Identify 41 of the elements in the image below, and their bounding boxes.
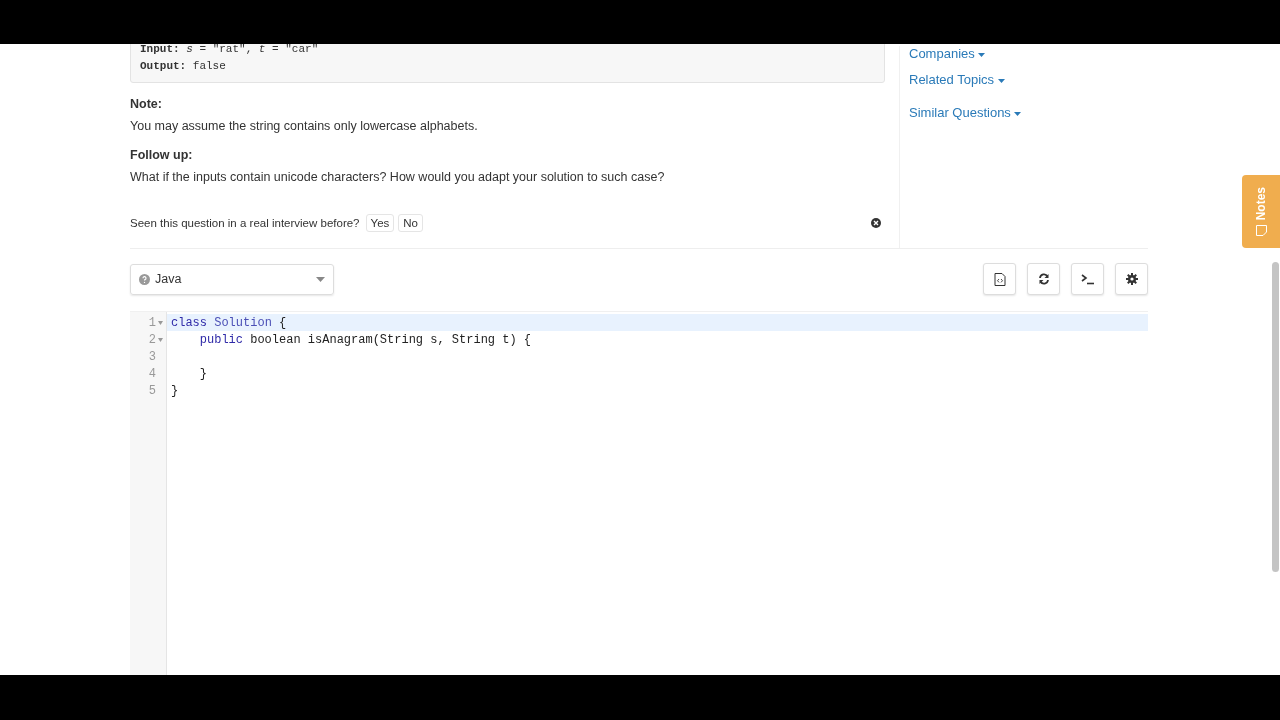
fold-icon[interactable] xyxy=(158,337,164,342)
fold-icon[interactable] xyxy=(158,320,164,325)
line-number: 4 xyxy=(148,366,156,381)
caret-icon xyxy=(978,52,986,57)
answer-button[interactable]: Yes xyxy=(365,214,395,232)
caret-icon xyxy=(316,276,325,282)
code-line: class Solution { xyxy=(171,315,287,330)
answer-button[interactable]: No xyxy=(398,214,423,232)
refresh-button[interactable] xyxy=(1027,263,1060,295)
terminal-icon xyxy=(1080,273,1095,285)
close-icon[interactable] xyxy=(871,218,881,228)
example-line: Input: s = "rat", t = "car" xyxy=(140,44,320,57)
code-line: public boolean isAnagram(String s, String t) { xyxy=(198,332,532,347)
caret-icon xyxy=(997,78,1005,83)
scrollbar-thumb[interactable] xyxy=(1272,262,1279,572)
language-select[interactable]: Java xyxy=(130,263,334,295)
line-number: 3 xyxy=(148,349,156,364)
line-number: 1 xyxy=(148,315,156,330)
settings-icon xyxy=(1125,273,1138,285)
terminal-button[interactable] xyxy=(1071,263,1104,295)
refresh-icon xyxy=(1037,273,1050,285)
caret-icon xyxy=(1014,111,1022,116)
section-heading: Follow up: xyxy=(130,147,194,163)
file-code-button[interactable] xyxy=(983,263,1016,295)
line-number: 5 xyxy=(148,383,156,398)
settings-button[interactable] xyxy=(1115,263,1148,295)
feedback-question: Seen this question in a real interview before? xyxy=(130,217,360,229)
section-text: What if the inputs contain unicode characters? How would you adapt your solution to such case? xyxy=(130,169,666,185)
sidebar-link[interactable]: Companies xyxy=(909,46,1148,62)
line-number: 2 xyxy=(148,332,156,347)
code-line: } xyxy=(198,366,207,381)
help-icon xyxy=(139,273,150,285)
sidebar-link[interactable]: Similar Questions xyxy=(909,105,1148,121)
code-line: } xyxy=(171,383,179,398)
file-code-icon xyxy=(993,272,1006,286)
note-icon xyxy=(1255,224,1267,236)
section-heading: Note: xyxy=(130,96,163,112)
example-line: Output: false xyxy=(140,59,227,74)
sidebar-link[interactable]: Related Topics xyxy=(909,72,1148,88)
code-editor[interactable]: 1 2 3 4 5 class Solution { public boolean isAnagram(String s, String t) { } } xyxy=(130,311,1148,675)
section-text: You may assume the string contains only lowercase alphabets. xyxy=(130,118,479,134)
